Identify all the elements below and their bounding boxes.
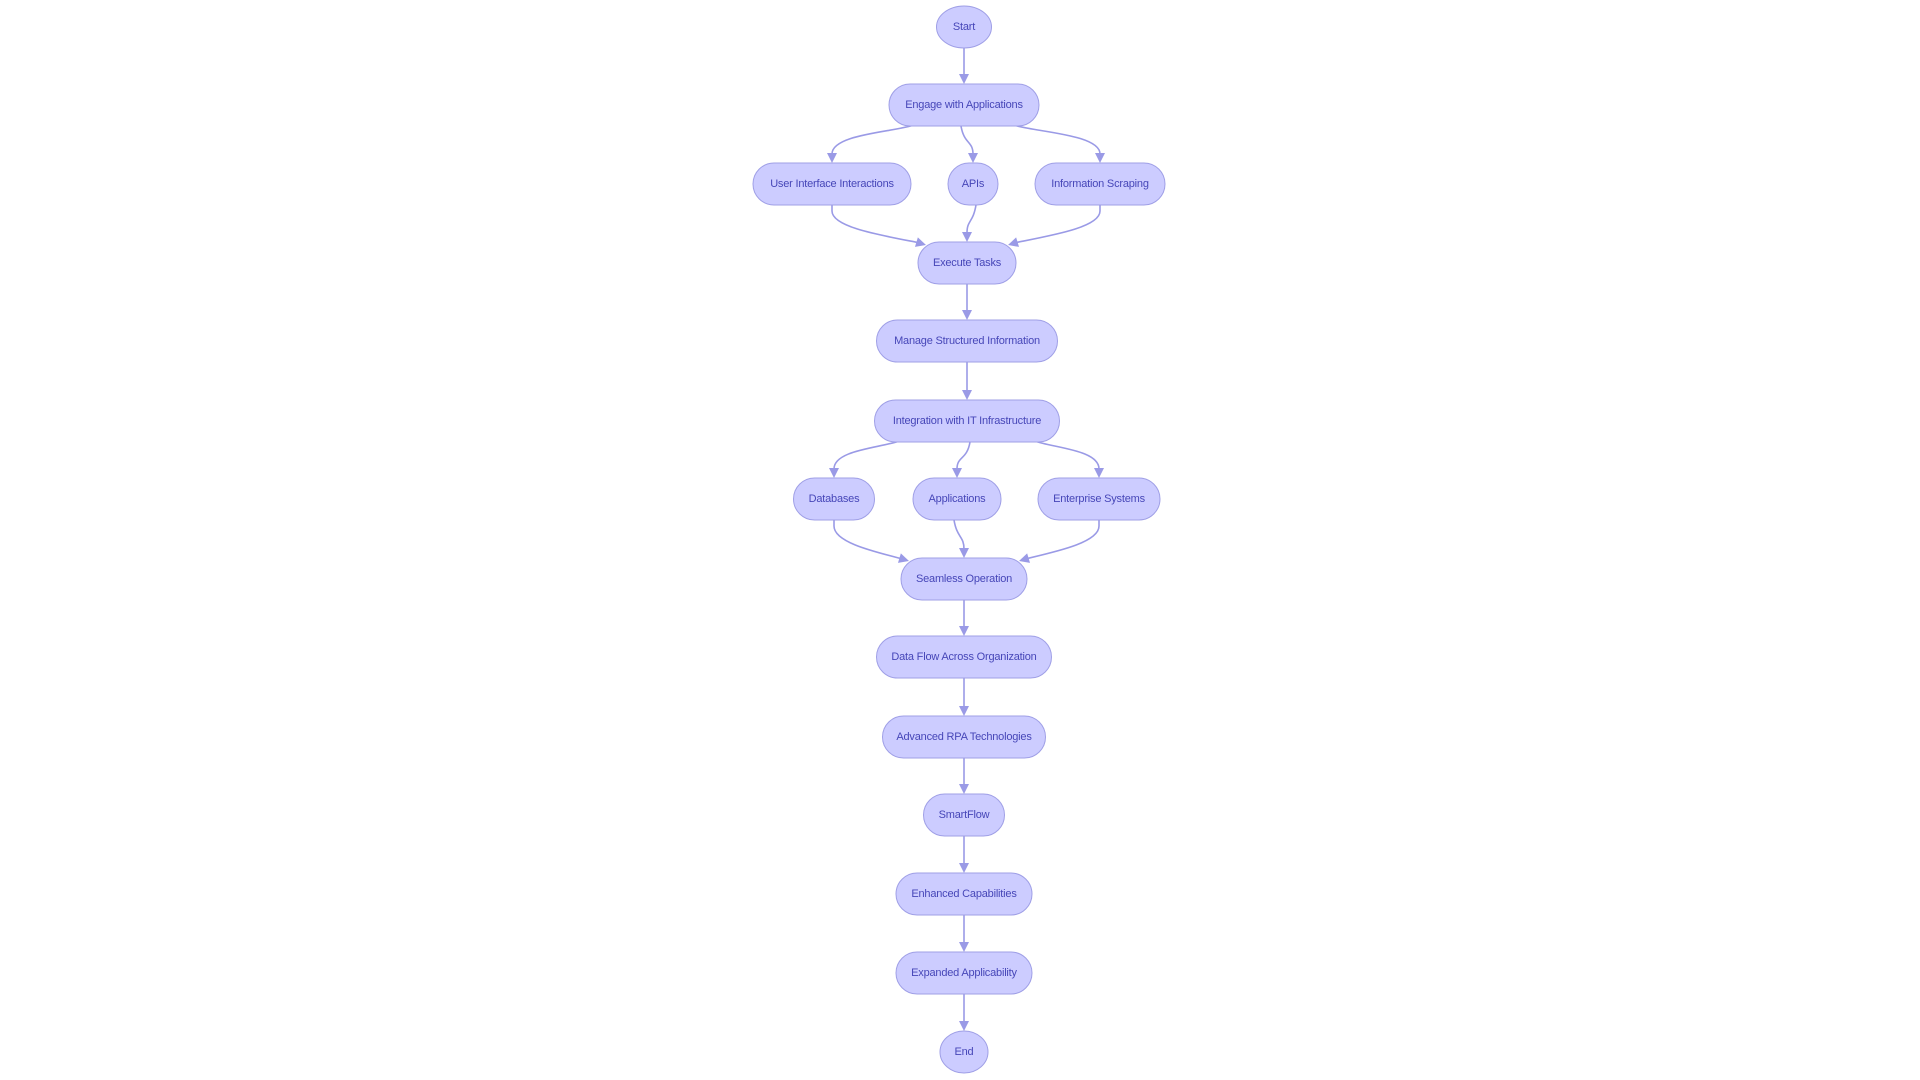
edge-engage-to-scraping [1013,124,1105,163]
edge-engage-to-ui [827,124,915,163]
arrowhead-icon [959,863,969,873]
node-applications: Applications [912,477,1002,521]
edge-smartflow-to-enhanced [959,836,969,873]
arrowhead-icon [1019,553,1031,563]
arrowhead-icon [914,237,926,247]
edge-engage-to-apis [960,125,978,163]
edge-line [1016,205,1101,244]
arrowhead-icon [952,468,962,478]
node-end: End [939,1030,989,1074]
arrowhead-icon [959,942,969,952]
node-ui: User Interface Interactions [752,162,912,206]
edge-line [953,519,965,550]
edge-line [956,441,971,470]
node-label: Enterprise Systems [1053,493,1145,505]
node-label: Manage Structured Information [894,335,1040,347]
node-label: Engage with Applications [905,99,1023,111]
arrowhead-icon [959,626,969,636]
node-enhanced: Enhanced Capabilities [895,872,1033,916]
arrowhead-icon [829,468,839,478]
node-integration: Integration with IT Infrastructure [874,399,1060,443]
arrowhead-icon [962,232,972,242]
arrowhead-icon [1008,237,1020,247]
edge-line [831,124,915,155]
node-label: User Interface Interactions [770,178,894,190]
edge-line [833,520,901,560]
arrowhead-icon [959,74,969,84]
edge-integration-to-enterprise [1034,440,1104,478]
node-databases: Databases [793,477,875,521]
node-enterprise: Enterprise Systems [1037,477,1161,521]
node-label: Enhanced Capabilities [911,888,1017,900]
node-apis: APIs [947,162,999,206]
edge-scraping-to-execute [1008,205,1101,247]
flowchart-diagram: Start Engage with Applications User Interf… [752,5,1166,1074]
node-label: APIs [962,178,985,190]
edge-line [1034,440,1100,470]
edge-start-to-engage [959,48,969,84]
node-label: SmartFlow [939,809,990,821]
edge-enterprise-to-seamless [1019,520,1100,563]
arrowhead-icon [1094,468,1104,478]
node-dataflow: Data Flow Across Organization [876,635,1052,679]
arrowhead-icon [959,548,969,558]
edge-manage-to-integration [962,362,972,400]
edge-line [966,204,977,234]
arrowhead-icon [962,390,972,400]
node-label: Data Flow Across Organization [891,651,1036,663]
edge-execute-to-manage [962,284,972,320]
edge-line [833,440,900,470]
node-label: Seamless Operation [916,573,1012,585]
node-label: Databases [809,493,860,505]
node-label: Expanded Applicability [911,967,1017,979]
node-expanded: Expanded Applicability [895,951,1033,995]
edge-line [831,205,918,244]
node-label: Execute Tasks [933,257,1002,269]
node-start: Start [936,5,992,49]
node-label: End [955,1046,974,1058]
edge-integration-to-databases [829,440,900,478]
nodes-layer: Start Engage with Applications User Interf… [752,5,1166,1074]
node-label: Information Scraping [1051,178,1149,190]
edge-line [1013,124,1101,155]
edge-applications-to-seamless [953,519,969,558]
arrowhead-icon [1095,153,1105,163]
node-manage: Manage Structured Information [876,319,1058,363]
edge-seamless-to-dataflow [959,600,969,636]
node-label: Advanced RPA Technologies [896,731,1032,743]
arrowhead-icon [959,1021,969,1031]
node-seamless: Seamless Operation [900,557,1028,601]
edge-line [960,125,974,155]
arrowhead-icon [959,706,969,716]
node-label: Integration with IT Infrastructure [893,415,1041,427]
edge-enhanced-to-expanded [959,915,969,952]
node-engage: Engage with Applications [888,83,1040,127]
node-smartflow: SmartFlow [923,793,1005,837]
edge-dataflow-to-rpa [959,678,969,716]
node-label: Start [953,21,975,33]
arrowhead-icon [962,310,972,320]
edge-apis-to-execute [962,204,977,242]
node-scraping: Information Scraping [1034,162,1166,206]
edge-databases-to-seamless [833,520,909,563]
arrowhead-icon [959,784,969,794]
edge-line [1027,520,1100,560]
edge-ui-to-execute [831,205,926,247]
edge-rpa-to-smartflow [959,758,969,794]
edge-expanded-to-end [959,994,969,1031]
arrowhead-icon [968,153,978,163]
edge-integration-to-applications [952,441,971,478]
node-execute: Execute Tasks [917,241,1017,285]
arrowhead-icon [897,553,909,563]
arrowhead-icon [827,153,837,163]
node-rpa: Advanced RPA Technologies [882,715,1046,759]
node-label: Applications [929,493,987,505]
